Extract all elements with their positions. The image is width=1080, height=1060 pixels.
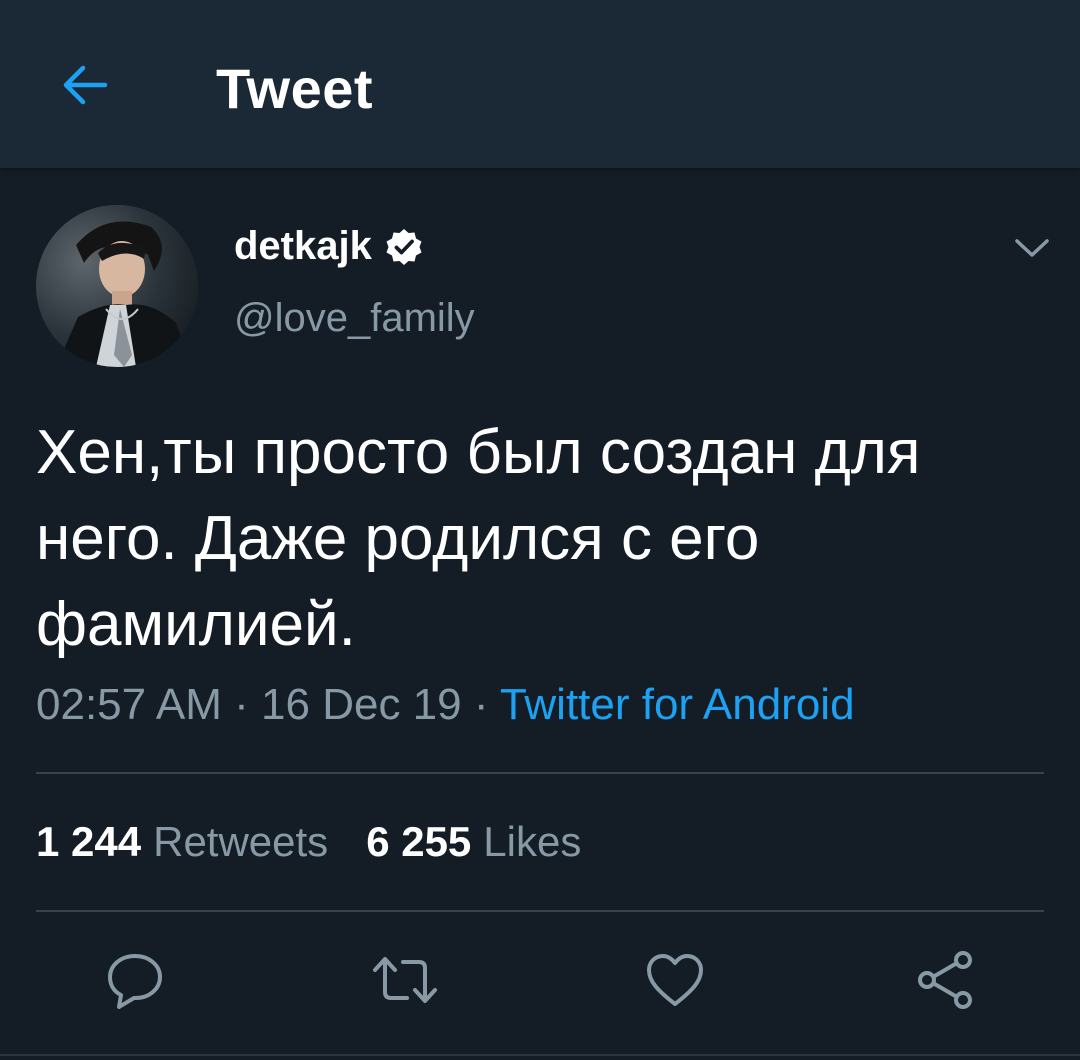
chevron-down-icon — [1015, 239, 1049, 257]
tweet-source-link[interactable]: Twitter for Android — [500, 680, 855, 729]
tweet-meta: 02:57 AM · 16 Dec 19 · Twitter for Andro… — [36, 680, 855, 730]
retweets-label: Retweets — [153, 818, 329, 865]
arrow-left-icon — [63, 65, 108, 105]
divider — [36, 910, 1044, 912]
top-bar: Tweet — [0, 0, 1080, 168]
author-display-name[interactable]: detkajk — [234, 224, 424, 269]
reply-icon — [108, 954, 162, 1009]
like-button[interactable] — [640, 945, 710, 1015]
share-button[interactable] — [910, 945, 980, 1015]
retweets-count: 1 244 — [36, 818, 142, 865]
retweet-icon — [373, 957, 437, 1003]
divider — [36, 772, 1044, 774]
avatar-image — [36, 205, 198, 367]
meta-separator: · — [473, 680, 489, 729]
reply-button[interactable] — [100, 945, 170, 1015]
author-name-text: detkajk — [234, 224, 372, 268]
tweet-options-button[interactable] — [1008, 228, 1056, 268]
retweet-button[interactable] — [370, 945, 440, 1015]
likes-label: Likes — [483, 818, 582, 865]
author-handle[interactable]: @love_family — [234, 296, 475, 341]
bottom-divider — [0, 1054, 1080, 1056]
meta-separator: · — [234, 680, 249, 729]
like-icon — [647, 954, 703, 1006]
retweets-stat[interactable]: 1 244 Retweets — [36, 818, 328, 866]
likes-stat[interactable]: 6 255 Likes — [366, 818, 581, 866]
avatar[interactable] — [36, 205, 198, 367]
tweet-stats: 1 244 Retweets 6 255 Likes — [36, 818, 619, 866]
back-button[interactable] — [50, 50, 120, 120]
share-icon — [918, 951, 972, 1009]
tweet-text: Хен,ты просто был создан для него. Даже … — [36, 418, 921, 659]
verified-badge-icon — [386, 228, 422, 265]
page-title: Tweet — [216, 57, 374, 120]
tweet-time: 02:57 AM — [36, 680, 222, 729]
likes-count: 6 255 — [366, 818, 472, 865]
tweet-date: 16 Dec 19 — [261, 680, 462, 729]
